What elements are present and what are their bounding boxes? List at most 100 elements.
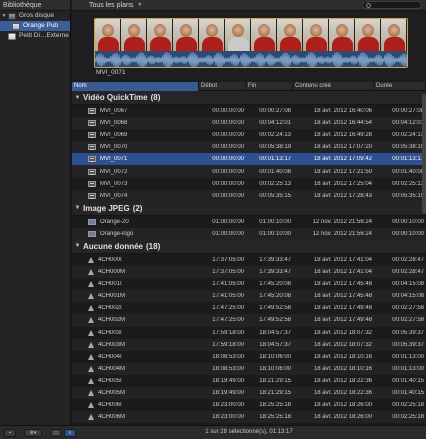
table-row[interactable]: 4CH000I 17:37:05:00 17:39:33:47 18 avr. 201… [72, 254, 426, 266]
clip-preview-area: MVI_0071 [72, 12, 426, 80]
table-row[interactable]: 4CH006M 18:23:00:00 18:25:25:18 18 avr. 201… [72, 411, 426, 424]
clip-filmstrip[interactable] [94, 18, 408, 68]
video-clip-icon [88, 120, 96, 127]
table-row[interactable]: MVI_0072 00:00:00:00 00:01:40:08 18 avr. 20… [72, 165, 426, 178]
cell-duration: 00:05:39:37 [392, 329, 424, 336]
cell-created: 18 avr. 2012 18:10:16 [313, 353, 372, 360]
cell-duration: 00:05:35:15 [392, 192, 424, 199]
group-rows: 4CH000I 17:37:05:00 17:39:33:47 18 avr. 201… [72, 254, 426, 424]
column-header-duration[interactable]: Durée [374, 82, 426, 91]
clip-name: 4CH006M [98, 414, 126, 421]
audio-clip-icon [88, 293, 94, 300]
group-header[interactable]: ▼ Aucune donnée (18) [72, 239, 426, 254]
table-row[interactable]: 4CH005I 18:19:49:00 18:21:29:15 18 avr. 201… [72, 375, 426, 387]
table-row[interactable]: MVI_0070 00:00:00:00 00:05:38:19 18 avr. 20… [72, 141, 426, 154]
cell-end: 18:10:06:00 [259, 365, 291, 372]
cell-duration: 00:04:15:08 [392, 281, 424, 288]
video-clip-icon [88, 156, 96, 163]
clip-filter-dropdown[interactable]: Tous les plans [89, 2, 133, 9]
chevron-down-icon[interactable]: ▼ [137, 2, 142, 8]
thumbnail-frame [329, 19, 355, 51]
clip-name: 4CH003M [98, 341, 126, 348]
table-row[interactable]: 4CH002M 17:47:25:00 17:49:52:58 18 avr. 201… [72, 314, 426, 327]
table-row[interactable]: Orange-20 01:00:00:00 01:00:10:00 12 nov. 2… [72, 216, 426, 228]
filmstrip-view-button[interactable]: ▭ [50, 429, 62, 437]
table-row[interactable]: 4CH004I 18:08:53:00 18:10:06:00 18 avr. 201… [72, 351, 426, 363]
audio-clip-icon [88, 377, 94, 384]
table-row[interactable]: Orange-logo 01:00:00:00 01:00:10:00 12 nov.… [72, 227, 426, 240]
group-title: Vidéo QuickTime [83, 93, 148, 102]
clip-name: 4CH003I [98, 329, 122, 336]
table-row[interactable]: MVI_0069 00:00:00:00 00:02:24:13 18 avr. 20… [72, 129, 426, 141]
table-row[interactable]: MVI_0071 00:00:00:00 00:01:13:17 18 avr. 20… [72, 153, 426, 166]
search-input[interactable] [362, 1, 422, 9]
cell-duration: 00:01:40:15 [392, 377, 424, 384]
cell-created: 18 avr. 2012 17:28:43 [313, 192, 372, 199]
group-title: Aucune donnée [83, 241, 144, 251]
cell-created: 18 avr. 2012 16:40:06 [313, 108, 372, 115]
clip-name: MVI_0068 [100, 120, 128, 127]
table-row[interactable]: 4CH006I 18:23:00:00 18:25:25:18 18 avr. 201… [72, 399, 426, 411]
thumbnail-frame [225, 19, 251, 51]
cell-duration: 00:01:13:17 [392, 156, 424, 163]
cell-end: 18:25:25:18 [259, 414, 291, 421]
cell-end: 00:01:40:08 [259, 168, 291, 175]
cell-duration: 00:00:10:00 [392, 218, 424, 225]
cell-end: 17:45:20:08 [259, 293, 291, 300]
scrollbar-thumb[interactable] [422, 94, 426, 214]
column-header-start[interactable]: Début [199, 82, 246, 91]
column-header-created[interactable]: Contenu créé [293, 82, 374, 91]
sidebar-toggle-button[interactable]: ▪ [4, 429, 16, 437]
group-header[interactable]: ▼ Vidéo QuickTime (8) [72, 91, 426, 105]
cell-created: 18 avr. 2012 17:25:04 [313, 180, 372, 187]
cell-duration: 00:01:40:15 [392, 390, 424, 397]
table-row[interactable]: 4CH005M 18:19:49:00 18:21:29:15 18 avr. 201… [72, 386, 426, 400]
clip-name: 4CH005M [98, 390, 126, 397]
thumbnail-frame [95, 19, 121, 51]
table-row[interactable]: 4CH001I 17:41:05:00 17:45:20:08 18 avr. 201… [72, 278, 426, 290]
cell-name: 4CH001I [72, 281, 199, 288]
cell-name: MVI_0072 [72, 168, 199, 175]
filmstrip-frames [95, 19, 407, 51]
table-body: ▼ Vidéo QuickTime (8) MVI_0067 00:00:00:00 00… [72, 91, 426, 424]
table-row[interactable]: 4CH001M 17:41:05:00 17:45:20:08 18 avr. 201… [72, 290, 426, 303]
table-row[interactable]: 4CH003M 17:59:18:00 18:04:57:37 18 avr. 201… [72, 338, 426, 351]
table-row[interactable]: MVI_0067 00:00:00:00 00:00:27:08 18 avr. 20… [72, 105, 426, 117]
cell-created: 18 avr. 2012 17:09:42 [313, 156, 372, 163]
cell-start: 00:00:00:00 [212, 120, 244, 127]
clip-name: 4CH002I [98, 305, 122, 312]
table-row[interactable]: 4CH003I 17:59:18:00 18:04:57:37 18 avr. 201… [72, 327, 426, 339]
disclosure-triangle-icon[interactable]: ▼ [0, 11, 8, 21]
video-clip-icon [88, 192, 96, 199]
cell-end: 00:05:38:19 [259, 144, 291, 151]
column-header-end[interactable]: Fin [246, 82, 293, 91]
disclosure-triangle-icon[interactable]: ▼ [72, 243, 83, 249]
cell-duration: 00:05:38:19 [392, 144, 424, 151]
gear-icon: ⚙▾ [29, 430, 37, 436]
cell-end: 00:04:12:01 [259, 120, 291, 127]
clip-name: 4CH004I [98, 353, 122, 360]
disclosure-triangle-icon[interactable]: ▼ [72, 205, 83, 211]
sidebar-item-petit-disque[interactable]: Petit Di…Externe [0, 31, 70, 41]
cell-created: 12 nov. 2012 21:56:24 [312, 230, 372, 237]
table-row[interactable]: 4CH004M 18:08:53:00 18:10:06:00 18 avr. 201… [72, 362, 426, 375]
cell-duration: 00:05:39:37 [392, 341, 424, 348]
vertical-scrollbar[interactable] [422, 92, 426, 425]
cell-duration: 00:01:40:08 [392, 168, 424, 175]
table-row[interactable]: MVI_0073 00:00:00:00 00:02:25:13 18 avr. 20… [72, 178, 426, 190]
sidebar-item-orange-pub[interactable]: Orange Pub [0, 21, 70, 31]
group-header[interactable]: ▼ Image JPEG (2) [72, 201, 426, 216]
cell-start: 17:59:18:00 [212, 341, 244, 348]
cell-start: 18:08:53:00 [212, 353, 244, 360]
cell-end: 17:39:33:47 [259, 256, 291, 263]
column-header-name[interactable]: Nom [72, 82, 199, 91]
cell-created: 18 avr. 2012 18:22:36 [313, 377, 372, 384]
sidebar-item-gros-disque[interactable]: ▼ Gros disque [0, 11, 70, 21]
table-row[interactable]: 4CH002I 17:47:25:00 17:49:52:58 18 avr. 201… [72, 302, 426, 314]
table-row[interactable]: MVI_0074 00:00:00:00 00:05:35:15 18 avr. 20… [72, 189, 426, 202]
table-row[interactable]: MVI_0068 00:00:00:00 00:04:12:01 18 avr. 20… [72, 117, 426, 130]
cell-start: 17:37:05:00 [212, 269, 244, 276]
table-row[interactable]: 4CH000M 17:37:05:00 17:39:33:47 18 avr. 201… [72, 266, 426, 279]
disclosure-triangle-icon[interactable]: ▼ [72, 95, 83, 101]
action-gear-button[interactable]: ⚙▾ [24, 429, 42, 437]
